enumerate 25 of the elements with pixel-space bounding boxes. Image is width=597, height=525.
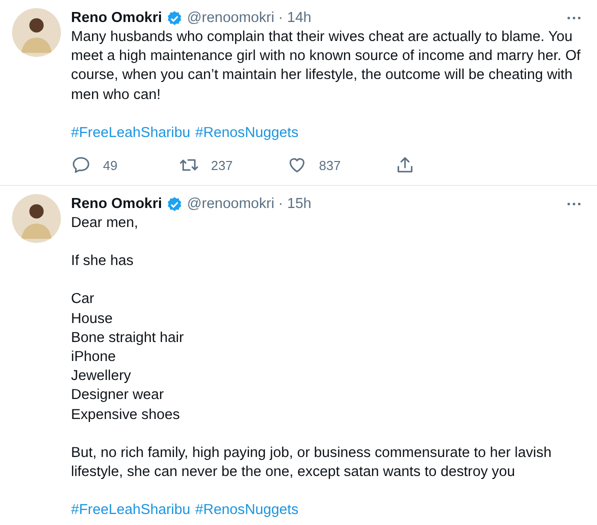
- reply-button[interactable]: 49: [71, 155, 179, 176]
- hashtag-link[interactable]: #FreeLeahSharibu: [71, 124, 190, 144]
- hashtag-link[interactable]: #RenosNuggets: [195, 124, 298, 144]
- tweet-time[interactable]: 15h: [287, 196, 312, 212]
- like-button[interactable]: 837: [287, 155, 395, 176]
- tweet-text: But, no rich family, high paying job, or business commensurate to her lavish lifestyle, she can never be the one, except satan wants to destroy you: [71, 444, 552, 482]
- tweet-text: Car House Bone straight hair iPhone Jewellery Designer wear Expensive shoes: [71, 290, 185, 425]
- avatar: [12, 194, 61, 244]
- tweet-text: Many husbands who complain that their wives cheat are actually to blame. You meet a high maintenance girl with no known source of income and marry her. Of course, when you can’t maintain her lifestyle, the outcome will be cheating with men who can!: [71, 28, 582, 105]
- reply-icon: [71, 155, 91, 176]
- user-handle[interactable]: @renoomokri: [187, 10, 274, 26]
- author-name[interactable]: Reno Omokri: [71, 10, 162, 26]
- share-icon: [395, 155, 415, 176]
- retweet-button[interactable]: 237: [179, 155, 287, 176]
- author-name[interactable]: Reno Omokri: [71, 196, 162, 212]
- avatar: [12, 8, 61, 57]
- user-handle[interactable]: @renoomokri: [187, 196, 274, 212]
- hashtag-link[interactable]: #RenosNuggets: [195, 501, 298, 520]
- tweet-text: If she has: [71, 252, 134, 272]
- heart-icon: [287, 155, 307, 176]
- hashtag-link[interactable]: #FreeLeahSharibu: [71, 501, 190, 520]
- separator-dot: ·: [278, 196, 284, 212]
- separator-dot: ·: [278, 10, 284, 26]
- tweet-text: Dear men,: [71, 214, 140, 234]
- tweet-time[interactable]: 14h: [287, 10, 312, 26]
